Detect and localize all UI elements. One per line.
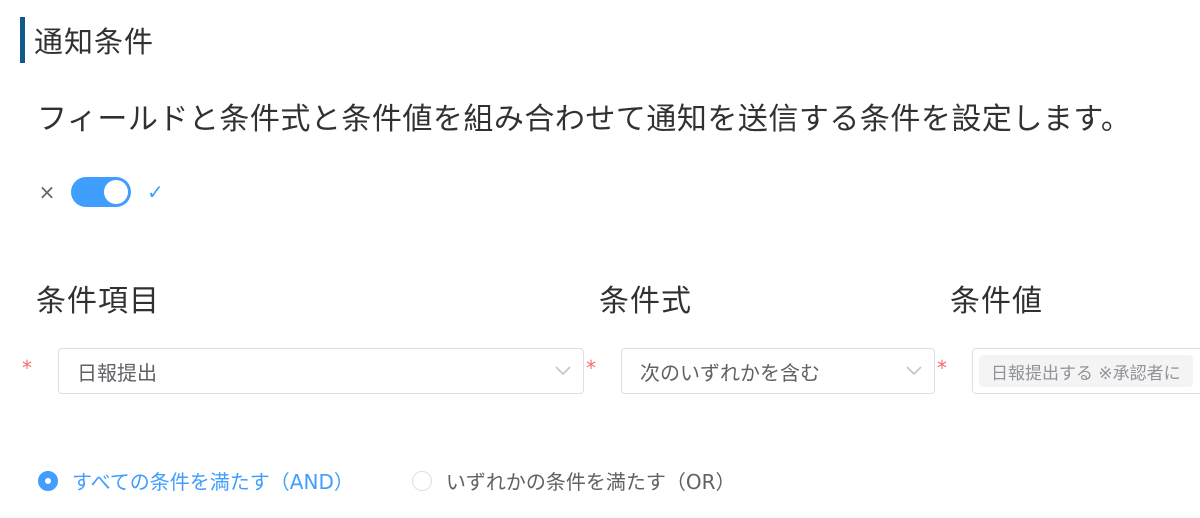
field-column-label: 条件項目: [36, 284, 160, 319]
section-header: 通知条件: [20, 17, 154, 63]
radio-and-label: すべての条件を満たす（AND）: [72, 470, 354, 494]
operator-select[interactable]: 次のいずれかを含む: [621, 348, 935, 394]
value-column-label: 条件値: [950, 284, 1043, 319]
enable-toggle-switch[interactable]: [71, 177, 131, 207]
field-select-value: 日報提出: [77, 360, 157, 385]
operator-select-value: 次のいずれかを含む: [640, 360, 820, 385]
section-description: フィールドと条件式と条件値を組み合わせて通知を送信する条件を設定します。: [37, 102, 1132, 137]
radio-and-indicator[interactable]: [38, 470, 58, 491]
operator-required-mark: *: [586, 356, 596, 380]
switch-knob: [104, 180, 128, 204]
field-select[interactable]: 日報提出: [58, 348, 584, 394]
close-icon: ×: [38, 180, 56, 204]
value-tag: 日報提出する ※承認者に: [979, 355, 1193, 387]
title-accent-bar: [20, 17, 25, 63]
radio-and[interactable]: すべての条件を満たす（AND）: [38, 466, 354, 495]
enable-switch-row: × ✓: [38, 176, 164, 208]
value-required-mark: *: [937, 356, 947, 380]
radio-or[interactable]: いずれかの条件を満たす（OR）: [411, 466, 736, 495]
radio-or-label: いずれかの条件を満たす（OR）: [445, 470, 736, 494]
section-title: 通知条件: [34, 25, 155, 59]
match-mode-radio-group: すべての条件を満たす（AND） いずれかの条件を満たす（OR）: [38, 466, 735, 495]
field-required-mark: *: [22, 356, 32, 380]
operator-column-label: 条件式: [599, 284, 692, 319]
check-icon: ✓: [147, 180, 164, 204]
notification-condition-page: 通知条件 フィールドと条件式と条件値を組み合わせて通知を送信する条件を設定します…: [0, 0, 1200, 518]
value-tag-input[interactable]: 日報提出する ※承認者に: [972, 348, 1200, 394]
chevron-down-icon: [894, 348, 934, 394]
chevron-down-icon: [543, 348, 583, 394]
radio-or-indicator[interactable]: [411, 470, 432, 491]
